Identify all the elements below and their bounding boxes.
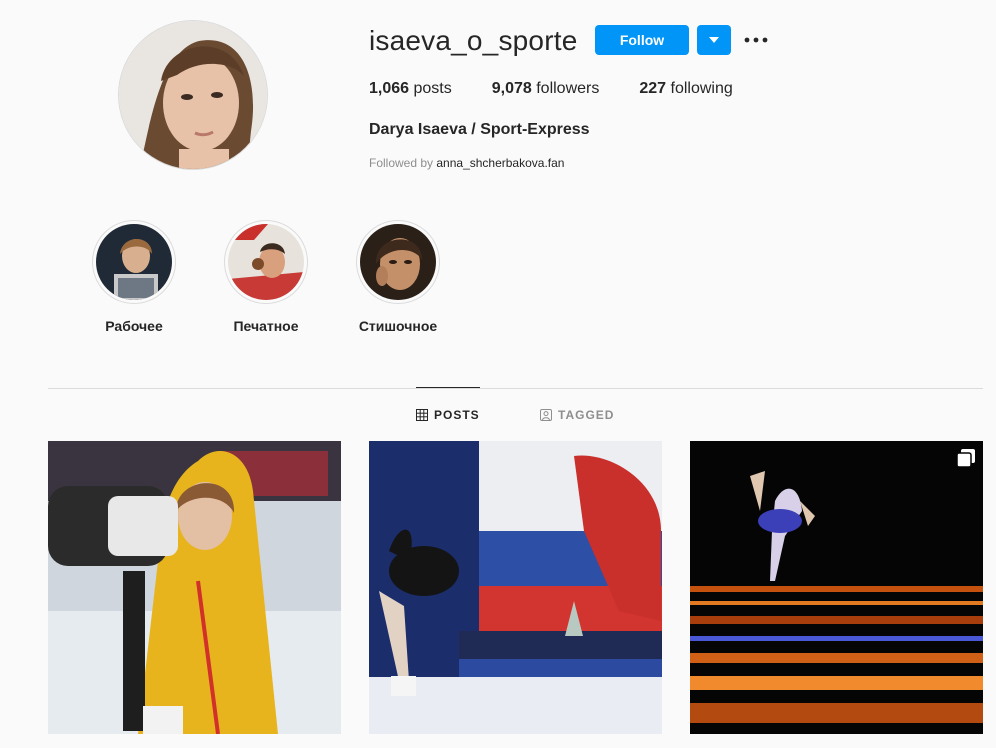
caret-down-icon bbox=[709, 37, 719, 43]
following-label: following bbox=[666, 80, 733, 97]
tab-posts-label: POSTS bbox=[434, 408, 480, 422]
highlight-ring bbox=[356, 220, 440, 304]
highlight-label: Печатное bbox=[233, 318, 299, 334]
tagged-icon bbox=[540, 409, 552, 421]
highlight-ring bbox=[92, 220, 176, 304]
highlight-label: Рабочее bbox=[105, 318, 163, 334]
highlight-cover bbox=[228, 224, 304, 300]
following-count: 227 bbox=[639, 80, 667, 97]
followed-by-prefix: Followed by bbox=[369, 156, 437, 170]
posts-count: 1,066 bbox=[369, 80, 410, 97]
highlight-ring bbox=[224, 220, 308, 304]
profile-full-name: Darya Isaeva / Sport-Express bbox=[369, 121, 590, 138]
posts-label: posts bbox=[409, 80, 452, 97]
tab-tagged-label: TAGGED bbox=[558, 408, 615, 422]
highlight-item[interactable]: Рабочее bbox=[79, 220, 189, 335]
followed-by-text: Followed by anna_shcherbakova.fan bbox=[369, 156, 564, 170]
active-tab-indicator bbox=[416, 387, 480, 388]
highlight-cover bbox=[360, 224, 436, 300]
followers-label: followers bbox=[531, 80, 600, 97]
tab-posts[interactable]: POSTS bbox=[416, 408, 480, 422]
more-options-icon bbox=[744, 37, 768, 43]
tabs-divider bbox=[48, 388, 983, 389]
multiple-images-icon bbox=[957, 449, 975, 467]
highlight-item[interactable]: Стишочное bbox=[343, 220, 453, 335]
posts-stat: 1,066 posts bbox=[369, 79, 452, 99]
following-stat[interactable]: 227 following bbox=[639, 79, 732, 99]
grid-icon bbox=[416, 409, 428, 421]
highlight-item[interactable]: Печатное bbox=[211, 220, 321, 335]
profile-stats: 1,066 posts 9,078 followers 227 followin… bbox=[369, 79, 773, 99]
highlight-cover bbox=[96, 224, 172, 300]
tab-tagged[interactable]: TAGGED bbox=[540, 408, 614, 422]
profile-username: isaeva_o_sporte bbox=[369, 25, 578, 56]
post-image bbox=[369, 441, 662, 734]
followers-count: 9,078 bbox=[491, 80, 532, 97]
post-thumbnail[interactable] bbox=[690, 441, 983, 734]
options-button[interactable] bbox=[740, 26, 772, 54]
post-image bbox=[690, 441, 983, 734]
suggestions-dropdown-button[interactable] bbox=[697, 25, 731, 55]
profile-avatar[interactable] bbox=[118, 20, 268, 170]
followers-stat[interactable]: 9,078 followers bbox=[492, 79, 600, 99]
post-image bbox=[48, 441, 341, 734]
highlight-label: Стишочное bbox=[358, 318, 438, 334]
follow-button[interactable]: Follow bbox=[595, 25, 689, 55]
post-thumbnail[interactable] bbox=[369, 441, 662, 734]
post-thumbnail[interactable] bbox=[48, 441, 341, 734]
followed-by-account-link[interactable]: anna_shcherbakova.fan bbox=[436, 156, 564, 170]
